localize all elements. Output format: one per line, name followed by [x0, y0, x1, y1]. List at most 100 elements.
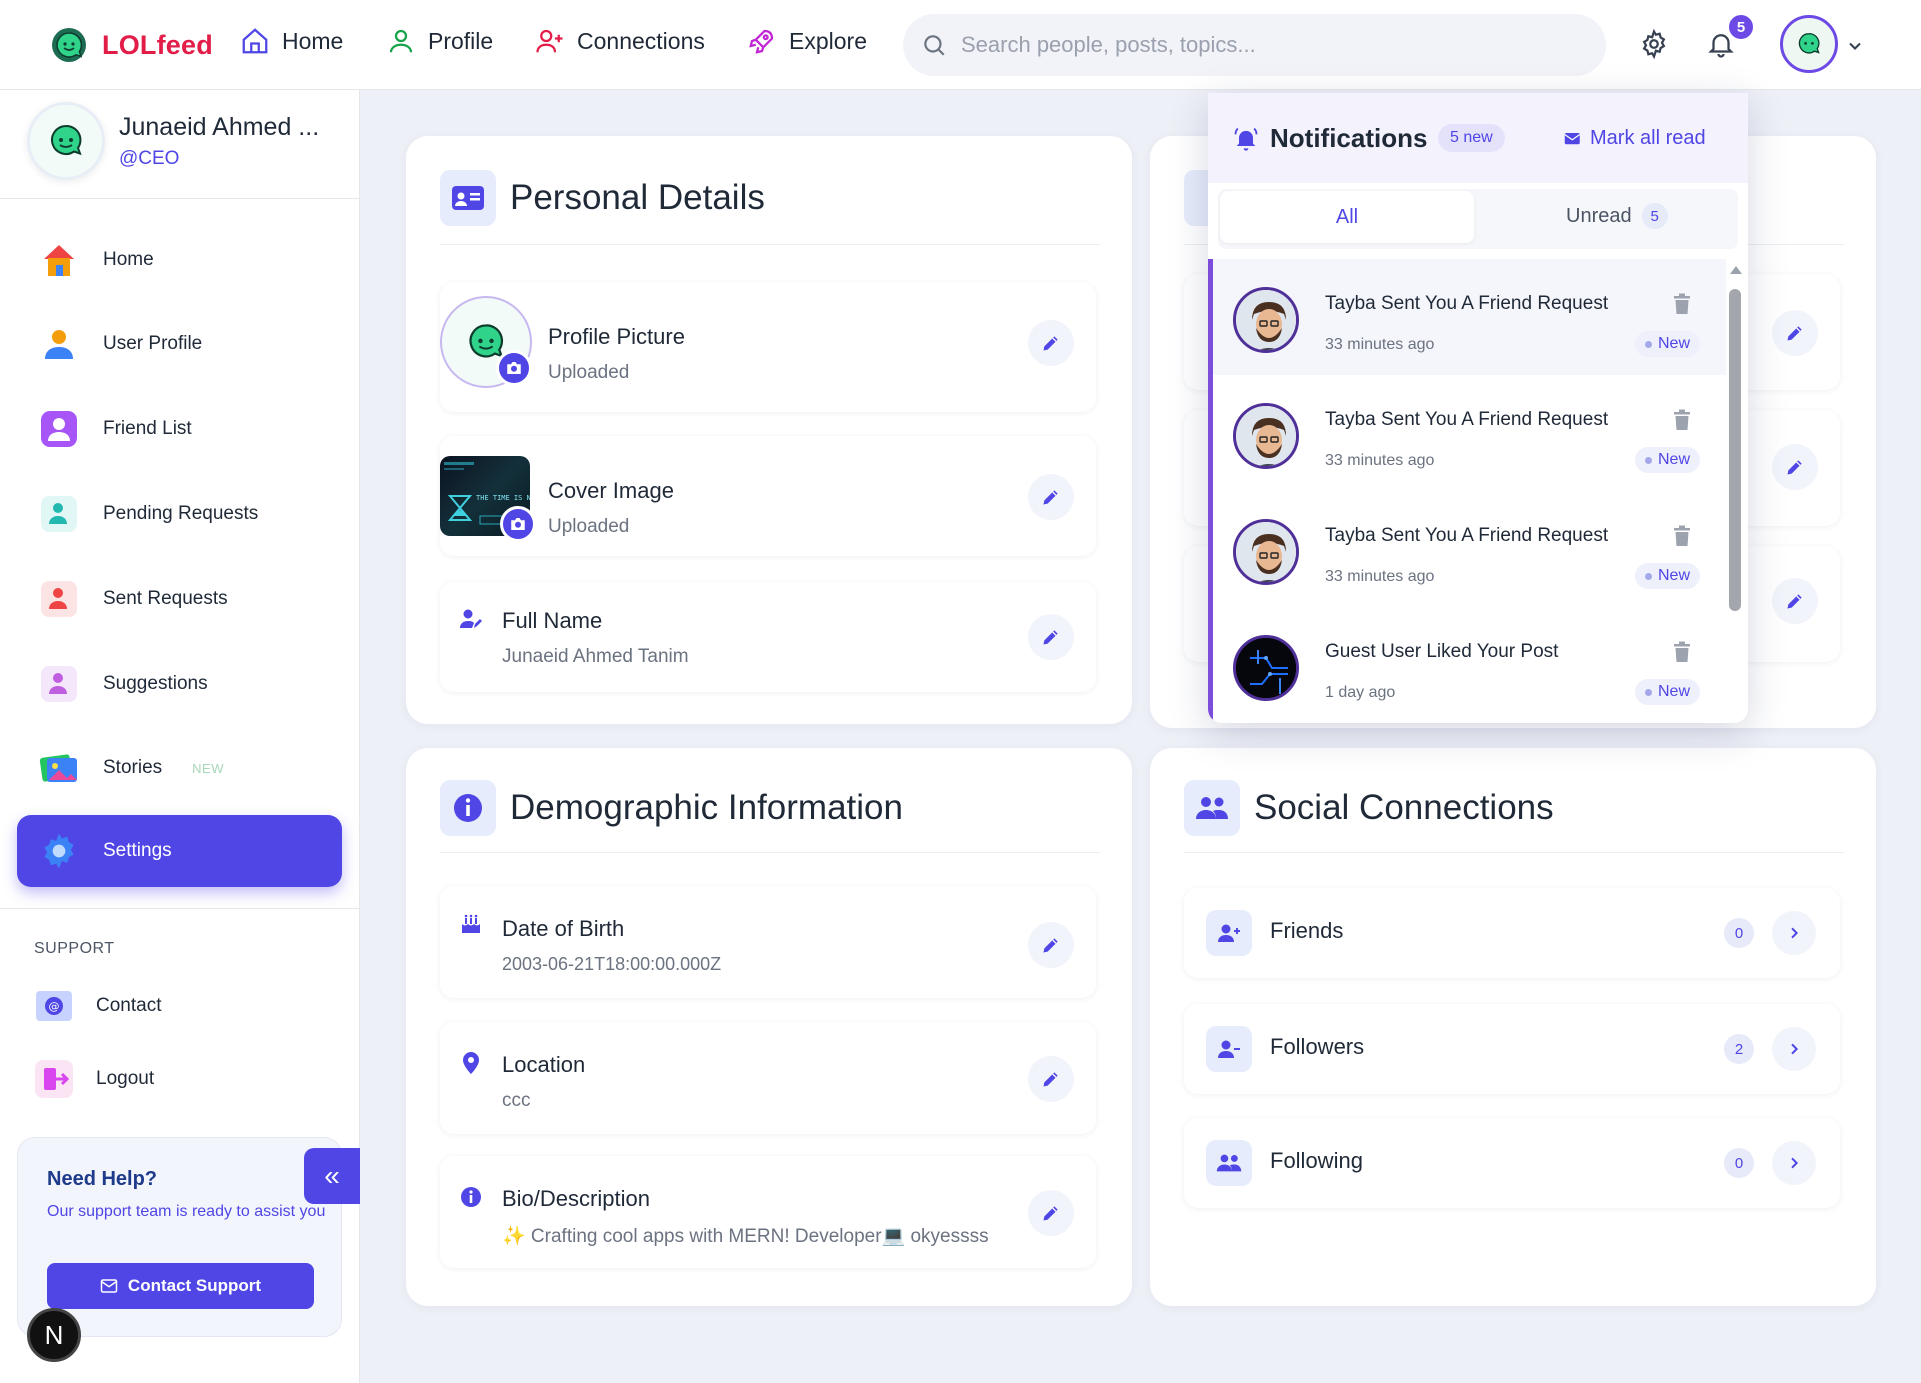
- sidebar-item-user-profile[interactable]: User Profile: [17, 308, 342, 380]
- divider: [1184, 852, 1844, 853]
- notification-time: 33 minutes ago: [1325, 568, 1435, 585]
- sidebar-item-friend-list[interactable]: Friend List: [17, 393, 342, 465]
- open-followers-button[interactable]: [1772, 1027, 1816, 1071]
- sidebar-item-suggestions[interactable]: Suggestions: [17, 648, 342, 720]
- nav-home-label: Home: [282, 27, 344, 54]
- edit-profile-picture-button[interactable]: [1028, 320, 1074, 366]
- bell-ringing-icon: [1234, 127, 1258, 151]
- notification-time: 33 minutes ago: [1325, 452, 1435, 469]
- new-badge: New: [1635, 679, 1701, 705]
- chevron-down-icon[interactable]: [1845, 36, 1865, 56]
- open-following-button[interactable]: [1772, 1141, 1816, 1185]
- sidebar-item-stories[interactable]: Stories NEW: [17, 732, 342, 804]
- tab-unread-label: Unread: [1566, 204, 1632, 227]
- count-badge: 0: [1724, 918, 1754, 948]
- trash-icon[interactable]: [1673, 525, 1691, 547]
- edit-dob-button[interactable]: [1028, 922, 1074, 968]
- camera-icon: [507, 362, 521, 374]
- notification-item[interactable]: Tayba Sent You A Friend Request 33 minut…: [1208, 491, 1726, 607]
- info-icon: [440, 780, 496, 836]
- sidebar-item-contact[interactable]: @ Contact: [12, 970, 337, 1042]
- dev-tools-button[interactable]: N: [27, 1308, 81, 1362]
- search-bar[interactable]: [903, 14, 1606, 76]
- chat-logo-icon: [52, 28, 86, 62]
- tab-all[interactable]: All: [1220, 191, 1474, 243]
- mark-all-read-button[interactable]: Mark all read: [1564, 127, 1706, 150]
- user-minus-icon: [1206, 1026, 1252, 1072]
- user-icon: [39, 324, 79, 364]
- camera-upload-button[interactable]: [496, 350, 532, 386]
- edit-bio-button[interactable]: [1028, 1190, 1074, 1236]
- demographic-card: Demographic Information Date of Birth 20…: [406, 748, 1132, 1306]
- notification-item[interactable]: Guest User Liked Your Post 1 day ago New: [1208, 607, 1726, 723]
- friends-row[interactable]: Friends 0: [1184, 888, 1840, 978]
- gear-icon: [1642, 29, 1666, 59]
- trash-icon[interactable]: [1673, 409, 1691, 431]
- dev-badge-label: N: [44, 1319, 64, 1350]
- sidebar-item-label: Friend List: [103, 418, 192, 439]
- brand-logo[interactable]: LOLfeed: [50, 26, 213, 64]
- followers-row[interactable]: Followers 2: [1184, 1004, 1840, 1094]
- cover-image-row: THE TIME IS NOW Cover Image Uploaded: [440, 436, 1096, 556]
- info-icon: [458, 1184, 484, 1210]
- edit-cover-image-button[interactable]: [1028, 474, 1074, 520]
- sidebar-item-sent-requests[interactable]: Sent Requests: [17, 563, 342, 635]
- sidebar-item-label: Suggestions: [103, 673, 208, 694]
- scrollbar[interactable]: [1729, 289, 1741, 611]
- divider: [440, 244, 1100, 245]
- search-icon: [924, 35, 945, 56]
- sidebar-profile[interactable]: Junaeid Ahmed ... @CEO: [27, 102, 319, 180]
- chevron-right-icon: [1791, 1157, 1799, 1169]
- edit-full-name-button[interactable]: [1028, 614, 1074, 660]
- nav-home[interactable]: Home: [240, 26, 343, 56]
- notification-item[interactable]: Tayba Sent You A Friend Request 33 minut…: [1208, 375, 1726, 491]
- edit-button[interactable]: [1772, 578, 1818, 624]
- nav-profile[interactable]: Profile: [386, 26, 493, 56]
- search-input[interactable]: [961, 32, 1561, 58]
- edit-button[interactable]: [1772, 310, 1818, 356]
- help-subtitle: Our support team is ready to assist you: [47, 1203, 326, 1220]
- user-avatar-menu[interactable]: [1780, 15, 1838, 73]
- edit-button[interactable]: [1772, 444, 1818, 490]
- camera-icon: [511, 518, 525, 530]
- notifications-dropdown: Notifications 5 new Mark all read All Un…: [1208, 93, 1748, 723]
- following-row[interactable]: Following 0: [1184, 1118, 1840, 1208]
- sidebar-item-pending-requests[interactable]: Pending Requests: [17, 478, 342, 550]
- notification-title: Guest User Liked Your Post: [1325, 641, 1559, 662]
- sidebar-item-settings[interactable]: Settings: [17, 815, 342, 887]
- user-edit-icon: [458, 606, 484, 632]
- sidebar-item-label: Stories: [103, 757, 163, 778]
- gear-icon: [39, 831, 79, 871]
- house-icon: [39, 240, 79, 280]
- scroll-up-icon[interactable]: [1728, 263, 1744, 277]
- sidebar-item-label: Contact: [96, 995, 162, 1016]
- contact-support-button[interactable]: Contact Support: [47, 1263, 314, 1309]
- notification-item[interactable]: Tayba Sent You A Friend Request 33 minut…: [1208, 259, 1726, 375]
- avatar: [1233, 519, 1299, 585]
- contact-support-label: Contact Support: [127, 1276, 262, 1295]
- sidebar-item-label: Sent Requests: [103, 588, 228, 609]
- trash-icon[interactable]: [1673, 293, 1691, 315]
- sidebar-item-home[interactable]: Home: [17, 224, 342, 296]
- nav-connections[interactable]: Connections: [535, 26, 705, 56]
- notification-title: Tayba Sent You A Friend Request: [1325, 293, 1609, 314]
- settings-button[interactable]: [1634, 24, 1674, 64]
- help-title: Need Help?: [47, 1168, 158, 1190]
- tab-unread[interactable]: Unread 5: [1566, 203, 1668, 229]
- new-badge: New: [1635, 447, 1701, 473]
- camera-upload-button[interactable]: [500, 506, 536, 542]
- nav-explore[interactable]: Explore: [747, 26, 867, 56]
- notifications-title: Notifications: [1270, 123, 1428, 153]
- notification-tabs: All Unread 5: [1218, 189, 1738, 249]
- pending-user-icon: [39, 494, 79, 534]
- help-card: Need Help? Our support team is ready to …: [17, 1137, 342, 1337]
- id-card-icon: [440, 170, 496, 226]
- new-label: New: [1658, 567, 1691, 584]
- collapse-sidebar-button[interactable]: «: [304, 1148, 360, 1204]
- edit-location-button[interactable]: [1028, 1056, 1074, 1102]
- row-label: Full Name: [502, 608, 603, 633]
- open-friends-button[interactable]: [1772, 911, 1816, 955]
- sidebar-item-logout[interactable]: Logout: [12, 1043, 337, 1115]
- trash-icon[interactable]: [1673, 641, 1691, 663]
- svg-text:@: @: [49, 1000, 60, 1013]
